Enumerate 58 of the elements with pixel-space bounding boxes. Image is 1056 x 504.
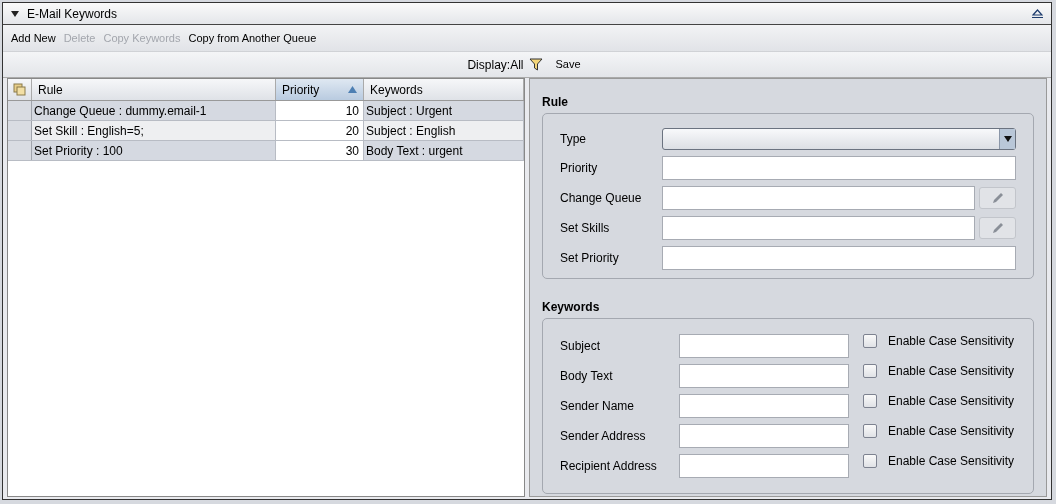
checkbox-label: Enable Case Sensitivity (888, 333, 1015, 350)
field-label: Subject (560, 338, 602, 355)
column-header[interactable]: Priority (276, 79, 364, 100)
sort-ascending-icon (348, 86, 357, 93)
input-field[interactable] (662, 216, 975, 240)
input-field[interactable] (662, 246, 1016, 270)
display-filter-label: Display:All (467, 56, 524, 74)
checkbox[interactable] (863, 454, 877, 468)
table-cell: Subject : English (364, 121, 524, 140)
input-field[interactable] (679, 424, 849, 448)
table-cell: 30 (276, 141, 364, 160)
pencil-icon (990, 191, 1005, 205)
row-header[interactable] (8, 101, 32, 120)
checkbox[interactable] (863, 394, 877, 408)
field-label: Change Queue (560, 190, 643, 207)
checkbox-label: Enable Case Sensitivity (888, 423, 1015, 440)
input-field[interactable] (679, 364, 849, 388)
toolbar-button[interactable]: Copy from Another Queue (184, 29, 321, 47)
input-field[interactable] (679, 394, 849, 418)
row-header[interactable] (8, 141, 32, 160)
input-field[interactable] (679, 454, 849, 478)
input-field[interactable] (679, 334, 849, 358)
row-header[interactable] (8, 121, 32, 140)
filter-icon[interactable] (529, 58, 544, 71)
checkbox[interactable] (863, 424, 877, 438)
column-header[interactable]: Keywords (364, 79, 524, 100)
table-cell: 20 (276, 121, 364, 140)
collapse-triangle-icon[interactable] (11, 10, 19, 17)
input-field[interactable] (662, 186, 975, 210)
checkbox[interactable] (863, 334, 877, 348)
field-label: Priority (560, 160, 599, 177)
section-title: Keywords (542, 299, 601, 316)
dropdown-arrow-icon (1003, 136, 1012, 142)
table-cell: Subject : Urgent (364, 101, 524, 120)
checkbox[interactable] (863, 364, 877, 378)
field-label: Set Skills (560, 220, 611, 237)
field-label: Sender Name (560, 398, 636, 415)
table-cell: 10 (276, 101, 364, 120)
checkbox-label: Enable Case Sensitivity (888, 393, 1015, 410)
panel-title: E-Mail Keywords (27, 5, 118, 23)
field-label: Set Priority (560, 250, 620, 267)
pencil-icon (990, 221, 1005, 235)
input-field[interactable] (662, 156, 1016, 180)
field-label: Body Text (560, 368, 614, 385)
copy-icon[interactable] (12, 82, 27, 97)
edit-button[interactable] (979, 217, 1016, 239)
section-title: Rule (542, 94, 569, 111)
checkbox-label: Enable Case Sensitivity (888, 363, 1015, 380)
table-cell: Body Text : urgent (364, 141, 524, 160)
save-button[interactable]: Save (549, 56, 587, 73)
field-label: Sender Address (560, 428, 647, 445)
collapse-icon[interactable] (1032, 9, 1043, 18)
edit-button[interactable] (979, 187, 1016, 209)
field-label: Type (560, 131, 587, 148)
checkbox-label: Enable Case Sensitivity (888, 453, 1015, 470)
type-dropdown[interactable] (662, 128, 1016, 150)
field-label: Recipient Address (560, 458, 658, 475)
toolbar-button[interactable]: Add New (7, 29, 60, 47)
